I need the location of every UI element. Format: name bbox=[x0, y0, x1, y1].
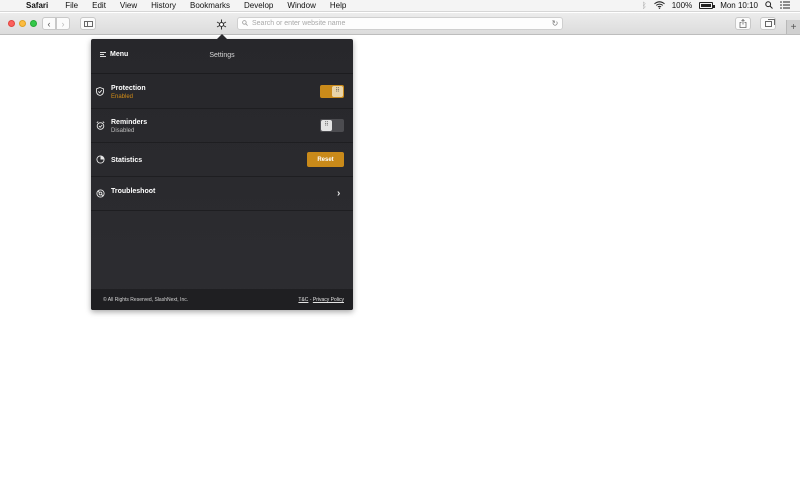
setting-row-troubleshoot[interactable]: Troubleshoot › bbox=[91, 177, 353, 211]
menu-edit[interactable]: Edit bbox=[85, 1, 113, 10]
clock[interactable]: Mon 10:10 bbox=[720, 1, 758, 10]
back-button[interactable]: ‹ bbox=[42, 17, 56, 30]
shield-icon bbox=[95, 87, 105, 97]
plus-icon: + bbox=[790, 21, 797, 33]
menu-bar: Safari File Edit View History Bookmarks … bbox=[0, 0, 800, 12]
new-tab-button[interactable]: + bbox=[786, 20, 800, 34]
show-sidebar-button[interactable] bbox=[80, 17, 96, 30]
setting-row-statistics: Statistics Reset bbox=[91, 143, 353, 177]
lifebuoy-icon bbox=[95, 189, 105, 199]
menu-file[interactable]: File bbox=[58, 1, 85, 10]
menu-bookmarks[interactable]: Bookmarks bbox=[183, 1, 237, 10]
minimize-window-button[interactable] bbox=[19, 20, 26, 27]
forward-button[interactable]: › bbox=[56, 17, 70, 30]
sidebar-icon bbox=[83, 20, 93, 27]
battery-icon[interactable] bbox=[699, 2, 716, 9]
popup-header: Menu Settings bbox=[91, 39, 353, 74]
status-area: ᛒ 100% Mon 10:10 bbox=[642, 0, 800, 11]
extension-button[interactable] bbox=[213, 17, 229, 31]
menu-view[interactable]: View bbox=[113, 1, 144, 10]
zoom-window-button[interactable] bbox=[30, 20, 37, 27]
close-window-button[interactable] bbox=[8, 20, 15, 27]
search-icon bbox=[238, 19, 252, 28]
popup-footer: © All Rights Reserved, SlashNext, Inc. T… bbox=[91, 289, 353, 310]
menu-help[interactable]: Help bbox=[323, 1, 353, 10]
address-placeholder: Search or enter website name bbox=[252, 20, 346, 27]
privacy-policy-link[interactable]: Privacy Policy bbox=[313, 297, 344, 303]
menu-history[interactable]: History bbox=[144, 1, 183, 10]
reminders-label: Reminders bbox=[111, 119, 148, 126]
protection-toggle[interactable]: ⠿ bbox=[320, 85, 344, 98]
pie-chart-icon bbox=[95, 155, 105, 165]
snowflake-icon bbox=[216, 19, 226, 29]
reload-icon[interactable]: ↻ bbox=[548, 19, 562, 28]
share-button[interactable] bbox=[735, 17, 751, 30]
bluetooth-icon[interactable]: ᛒ bbox=[642, 1, 647, 10]
reminders-toggle[interactable]: ⠿ bbox=[320, 119, 344, 132]
menu-develop[interactable]: Develop bbox=[237, 1, 280, 10]
battery-percent[interactable]: 100% bbox=[672, 1, 692, 10]
extension-popup: Menu Settings Protection Enabled ⠿ Remin… bbox=[91, 39, 353, 310]
alarm-clock-icon bbox=[95, 121, 105, 131]
toggle-knob-icon: ⠿ bbox=[332, 86, 343, 97]
chevron-left-icon: ‹ bbox=[47, 18, 51, 29]
terms-link[interactable]: T&C bbox=[298, 297, 308, 303]
copyright-text: © All Rights Reserved, SlashNext, Inc. bbox=[103, 297, 189, 303]
protection-label: Protection bbox=[111, 85, 146, 92]
chevron-right-icon: › bbox=[61, 18, 65, 29]
toggle-knob-icon: ⠿ bbox=[321, 120, 332, 131]
show-all-tabs-button[interactable] bbox=[760, 17, 776, 30]
statistics-label: Statistics bbox=[111, 157, 143, 164]
browser-toolbar: ‹ › Search or enter website name ↻ bbox=[0, 13, 800, 35]
address-bar[interactable]: Search or enter website name ↻ bbox=[237, 17, 563, 30]
tabs-icon bbox=[764, 18, 775, 27]
notification-center-icon[interactable] bbox=[780, 0, 790, 11]
wifi-icon[interactable] bbox=[653, 0, 665, 11]
troubleshoot-label: Troubleshoot bbox=[111, 188, 156, 195]
footer-links: T&C - Privacy Policy bbox=[298, 297, 344, 303]
menu-window[interactable]: Window bbox=[280, 1, 322, 10]
setting-row-reminders: Reminders Disabled ⠿ bbox=[91, 109, 353, 143]
share-icon bbox=[739, 19, 747, 28]
setting-row-protection: Protection Enabled ⠿ bbox=[91, 75, 353, 109]
reminders-status: Disabled bbox=[111, 128, 135, 134]
protection-status: Enabled bbox=[111, 94, 134, 100]
reset-statistics-button[interactable]: Reset bbox=[307, 152, 344, 167]
chevron-right-icon: › bbox=[337, 188, 341, 199]
menu-app-safari[interactable]: Safari bbox=[22, 1, 58, 10]
spotlight-icon[interactable] bbox=[765, 0, 773, 11]
popup-title: Settings bbox=[209, 52, 235, 59]
